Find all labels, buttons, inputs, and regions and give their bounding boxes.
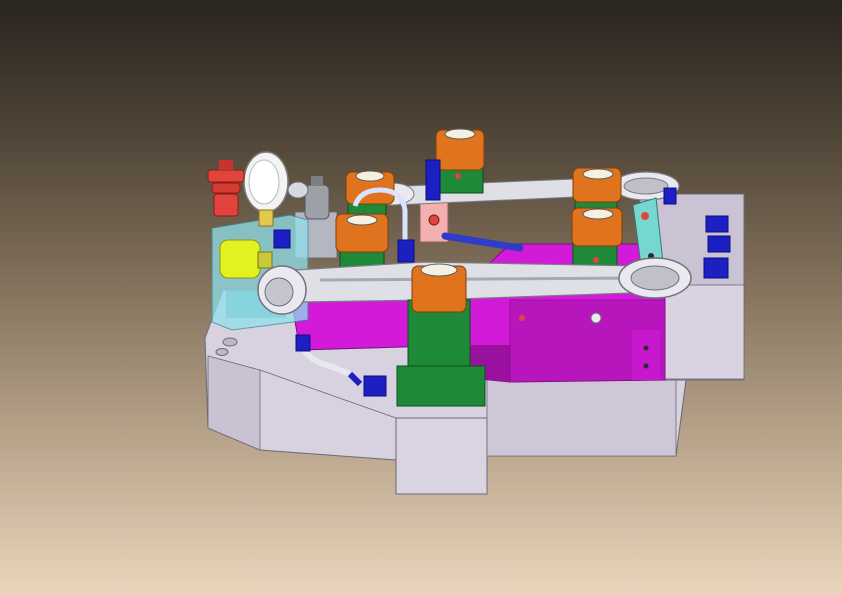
relief-valve — [207, 160, 245, 217]
pressure-gauge — [243, 151, 289, 227]
rear-connecting-rod — [369, 171, 680, 206]
fixture-model — [204, 128, 745, 495]
grey-sensor — [287, 176, 330, 220]
rear-clamp-center — [435, 128, 485, 194]
cad-viewport[interactable] — [0, 0, 842, 595]
mid-clamp-left — [335, 213, 389, 273]
